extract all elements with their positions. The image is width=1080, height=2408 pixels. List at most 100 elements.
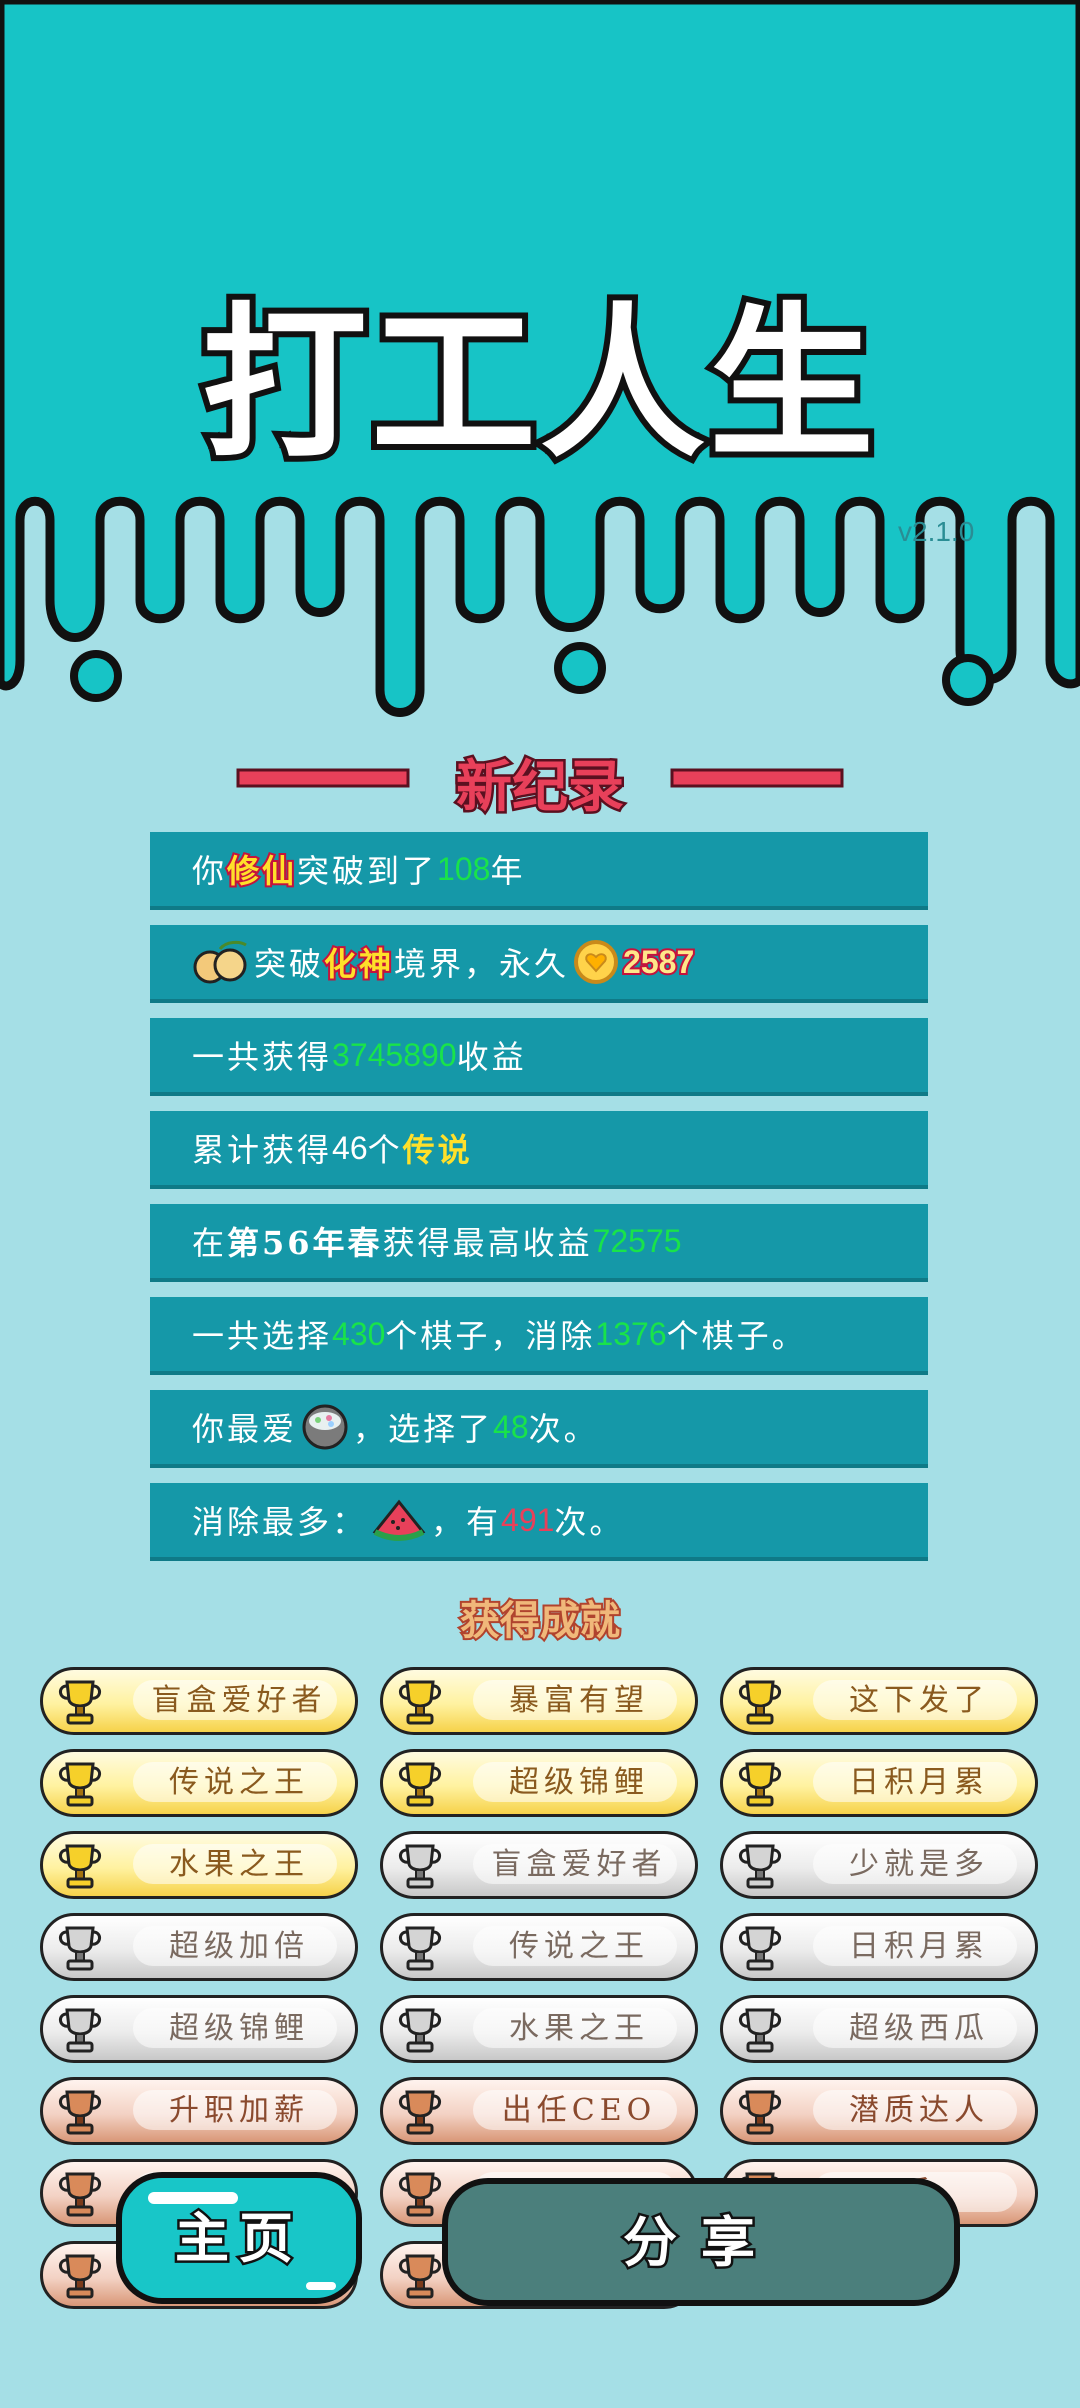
trophy-icon bbox=[59, 2008, 101, 2053]
achievement-badge: 水果之王 bbox=[40, 1831, 358, 1899]
achievement-label: 水果之王 bbox=[509, 2011, 649, 2046]
achievement-badge: 日积月累 bbox=[720, 1749, 1038, 1817]
record-row: 在 第56年春 获得最高收益 72575 bbox=[150, 1204, 928, 1282]
achievement-badge: 盲盒爱好者 bbox=[40, 1667, 358, 1735]
row-value: 108 bbox=[437, 850, 491, 887]
trophy-icon bbox=[399, 1926, 441, 1971]
trophy-icon bbox=[739, 1680, 781, 1725]
achievement-badge: 超级西瓜 bbox=[720, 1995, 1038, 2063]
row-text: 次。 bbox=[528, 1410, 599, 1448]
record-row: 累计获得 46 个 传说 bbox=[150, 1111, 928, 1189]
achievement-label: 潜质达人 bbox=[849, 2093, 989, 2128]
achievement-label: 日积月累 bbox=[849, 1929, 989, 1964]
achievement-badge: 升职加薪 bbox=[40, 2077, 358, 2145]
row-highlight: 修仙 bbox=[225, 850, 298, 892]
row-value: 3745890 bbox=[332, 1036, 457, 1073]
trophy-icon bbox=[739, 1762, 781, 1807]
achievement-badge: 传说之王 bbox=[40, 1749, 358, 1817]
row-text: 获得最高收益 bbox=[382, 1224, 593, 1262]
achievement-label: 暴富有望 bbox=[509, 1683, 649, 1718]
game-title: 打工人生 bbox=[196, 282, 880, 486]
row-text: 年 bbox=[490, 852, 526, 890]
trophy-icon bbox=[399, 2254, 441, 2299]
trophy-icon bbox=[59, 1680, 101, 1725]
achievements-title: 获得成就 bbox=[458, 1595, 622, 1646]
achievement-label: 日积月累 bbox=[849, 1765, 989, 1800]
fruit-icon bbox=[193, 940, 247, 984]
achievement-label: 传说之王 bbox=[169, 1765, 309, 1800]
row-highlight: 传说 bbox=[402, 1131, 473, 1169]
row-text: 个棋子，消除 bbox=[385, 1317, 596, 1355]
record-list: 你 修仙 突破到了 108 年 突破 化神 境界，永久 2587 一共获得 37… bbox=[150, 832, 928, 1576]
row-text: ，有 bbox=[431, 1503, 502, 1541]
coin-value: 2587 bbox=[621, 942, 696, 982]
achievement-label: 超级锦鲤 bbox=[509, 1765, 649, 1800]
row-text: 个棋子。 bbox=[666, 1317, 807, 1355]
trophy-icon bbox=[399, 2008, 441, 2053]
achievement-label: 超级加倍 bbox=[169, 1929, 309, 1964]
achievement-label: 少就是多 bbox=[849, 1847, 989, 1882]
row-text: 突破 bbox=[254, 945, 325, 983]
achievement-badge: 盲盒爱好者 bbox=[380, 1831, 698, 1899]
achievement-badge: 水果之王 bbox=[380, 1995, 698, 2063]
achievement-badge: 传说之王 bbox=[380, 1913, 698, 1981]
row-text: 一共获得 bbox=[192, 1038, 333, 1076]
version-label: v2.1.0 bbox=[898, 516, 975, 547]
achievement-badge: 超级锦鲤 bbox=[380, 1749, 698, 1817]
achievement-label: 这下发了 bbox=[849, 1683, 989, 1718]
home-button[interactable]: 主页 bbox=[116, 2172, 362, 2304]
row-value: 46 bbox=[332, 1129, 368, 1166]
row-text: 突破到了 bbox=[297, 852, 438, 890]
row-text: 一共选择 bbox=[192, 1317, 333, 1355]
trophy-icon bbox=[399, 1844, 441, 1889]
trophy-icon bbox=[59, 2172, 101, 2217]
achievement-badge: 超级加倍 bbox=[40, 1913, 358, 1981]
achievement-label: 水果之王 bbox=[169, 1847, 309, 1882]
row-text: 在 bbox=[192, 1224, 228, 1262]
watermelon-icon bbox=[372, 1499, 426, 1541]
row-value: 430 bbox=[332, 1315, 386, 1352]
trophy-icon bbox=[739, 1926, 781, 1971]
achievement-label: 盲盒爱好者 bbox=[151, 1683, 327, 1718]
coin-icon bbox=[574, 940, 619, 984]
achievement-label: 超级西瓜 bbox=[849, 2011, 989, 2046]
trophy-icon bbox=[59, 1926, 101, 1971]
row-text: 收益 bbox=[456, 1038, 527, 1076]
row-value: 491 bbox=[501, 1501, 555, 1538]
trophy-icon bbox=[739, 2008, 781, 2053]
trophy-icon bbox=[59, 1762, 101, 1807]
row-text: 境界，永久 bbox=[394, 945, 570, 983]
achievement-badge: 潜质达人 bbox=[720, 2077, 1038, 2145]
achievement-badge: 出任CEO bbox=[380, 2077, 698, 2145]
achievement-badge: 日积月累 bbox=[720, 1913, 1038, 1981]
achievement-label: 出任CEO bbox=[501, 2093, 657, 2128]
achievement-label: 盲盒爱好者 bbox=[491, 1847, 667, 1882]
achievement-badge: 超级锦鲤 bbox=[40, 1995, 358, 2063]
row-text: 你最爱 bbox=[192, 1410, 298, 1448]
row-value: 72575 bbox=[592, 1222, 682, 1259]
achievement-badge: 暴富有望 bbox=[380, 1667, 698, 1735]
record-row: 一共获得 3745890 收益 bbox=[150, 1018, 928, 1096]
row-text: 你 bbox=[192, 852, 228, 890]
row-text: 个 bbox=[367, 1131, 403, 1169]
record-title: 新纪录 bbox=[454, 752, 627, 823]
row-value: 48 bbox=[493, 1408, 529, 1445]
achievement-badge: 少就是多 bbox=[720, 1831, 1038, 1899]
trophy-icon bbox=[739, 2090, 781, 2135]
achievement-label: 传说之王 bbox=[509, 1929, 649, 1964]
trophy-icon bbox=[739, 1844, 781, 1889]
row-text: 次。 bbox=[554, 1503, 625, 1541]
trophy-icon bbox=[59, 2090, 101, 2135]
record-row: 突破 化神 境界，永久 2587 bbox=[150, 925, 928, 1003]
record-row: 消除最多： ，有 491 次。 bbox=[150, 1483, 928, 1561]
record-row: 一共选择 430 个棋子，消除 1376 个棋子。 bbox=[150, 1297, 928, 1375]
row-value: 1376 bbox=[595, 1315, 667, 1352]
share-button[interactable]: 分享 bbox=[442, 2178, 960, 2306]
row-text: 累计获得 bbox=[192, 1131, 333, 1169]
trophy-icon bbox=[399, 2172, 441, 2217]
trophy-icon bbox=[399, 1762, 441, 1807]
row-text: 消除最多： bbox=[192, 1503, 368, 1541]
record-row: 你最爱 ，选择了 48 次。 bbox=[150, 1390, 928, 1468]
trophy-icon bbox=[59, 1844, 101, 1889]
row-text: ，选择了 bbox=[353, 1410, 494, 1448]
